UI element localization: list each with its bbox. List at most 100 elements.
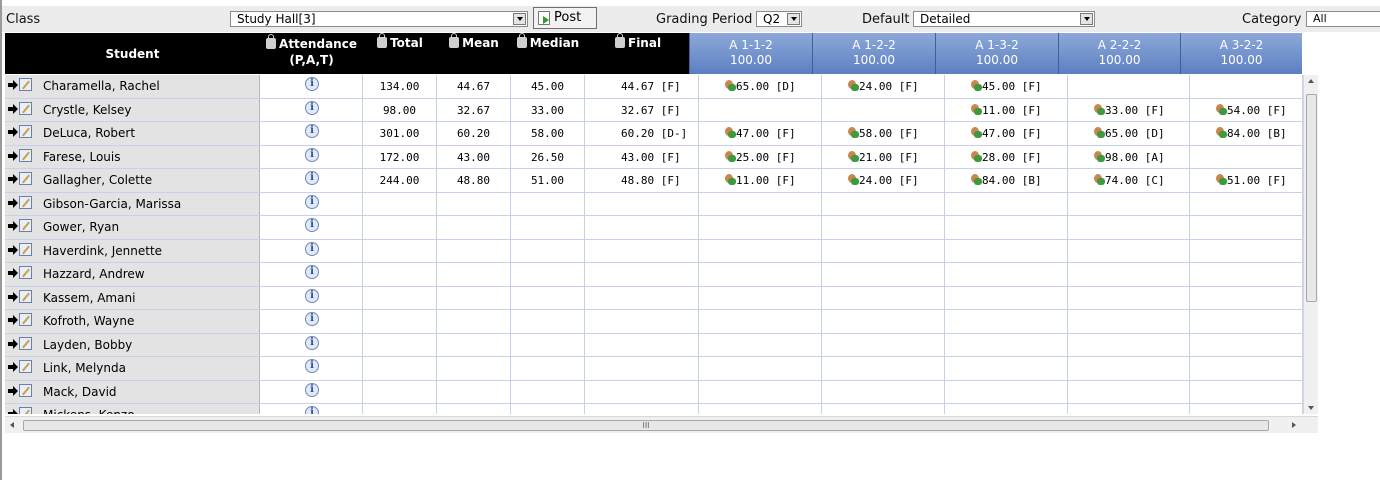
- category-select[interactable]: All: [1306, 11, 1380, 27]
- edit-note-icon[interactable]: [19, 266, 32, 279]
- edit-note-icon[interactable]: [19, 360, 32, 373]
- score-cell[interactable]: 28.00 [F]: [945, 145, 1068, 168]
- score-cell[interactable]: [945, 404, 1068, 414]
- arrow-right-icon[interactable]: [8, 103, 18, 114]
- score-cell[interactable]: [1190, 333, 1303, 356]
- score-cell[interactable]: [1068, 75, 1190, 98]
- info-icon[interactable]: i: [305, 406, 319, 414]
- edit-note-icon[interactable]: [19, 172, 32, 185]
- info-icon[interactable]: i: [305, 124, 319, 138]
- student-name[interactable]: Kassem, Amani: [43, 291, 135, 305]
- chevron-down-icon[interactable]: [787, 13, 800, 25]
- horizontal-scroll-thumb[interactable]: III: [23, 420, 1269, 431]
- arrow-right-icon[interactable]: [8, 244, 18, 255]
- score-cell[interactable]: 21.00 [F]: [822, 145, 945, 168]
- edit-note-icon[interactable]: [19, 383, 32, 397]
- score-cell[interactable]: [699, 357, 822, 380]
- scroll-down-icon[interactable]: [1308, 406, 1314, 410]
- score-cell[interactable]: 51.00 [F]: [1190, 169, 1303, 192]
- lock-icon[interactable]: [516, 33, 527, 48]
- student-name[interactable]: Gower, Ryan: [43, 220, 119, 234]
- score-cell[interactable]: 33.00 [F]: [1068, 98, 1190, 121]
- score-cell[interactable]: [822, 192, 945, 215]
- score-cell[interactable]: [945, 216, 1068, 239]
- info-icon[interactable]: i: [305, 288, 319, 303]
- score-cell[interactable]: [1190, 216, 1303, 239]
- edit-note-icon[interactable]: [19, 195, 32, 209]
- student-name[interactable]: Gibson-Garcia, Marissa: [43, 197, 181, 211]
- student-name[interactable]: Link, Melynda: [43, 361, 126, 375]
- score-cell[interactable]: [945, 263, 1068, 286]
- score-cell[interactable]: [822, 286, 945, 309]
- edit-note-icon[interactable]: [19, 313, 32, 326]
- score-cell[interactable]: [1068, 357, 1190, 380]
- score-cell[interactable]: 25.00 [F]: [699, 145, 822, 168]
- column-header-assignment[interactable]: A 2-2-2 100.00: [1058, 33, 1180, 74]
- edit-note-icon[interactable]: [19, 242, 32, 256]
- post-button[interactable]: Post: [533, 7, 597, 29]
- arrow-right-icon[interactable]: [8, 150, 18, 161]
- score-cell[interactable]: [945, 333, 1068, 356]
- column-header-student[interactable]: Student: [5, 33, 260, 74]
- score-cell[interactable]: [1190, 263, 1303, 286]
- score-cell[interactable]: [1190, 145, 1303, 168]
- score-cell[interactable]: 45.00 [F]: [945, 75, 1068, 98]
- score-cell[interactable]: 47.00 [F]: [945, 122, 1068, 145]
- score-cell[interactable]: 98.00 [A]: [1068, 145, 1190, 168]
- score-cell[interactable]: [945, 192, 1068, 215]
- score-cell[interactable]: [699, 286, 822, 309]
- score-cell[interactable]: [945, 310, 1068, 333]
- vertical-scroll-thumb[interactable]: [1306, 94, 1317, 302]
- arrow-right-icon[interactable]: [8, 221, 18, 231]
- info-icon[interactable]: i: [305, 194, 319, 209]
- grading-period-select[interactable]: Q2: [756, 11, 802, 27]
- score-cell[interactable]: 84.00 [B]: [1190, 122, 1303, 145]
- score-cell[interactable]: [1068, 192, 1190, 215]
- class-select[interactable]: Study Hall[3]: [230, 11, 528, 27]
- info-icon[interactable]: i: [305, 147, 319, 162]
- score-cell[interactable]: [699, 380, 822, 403]
- score-cell[interactable]: [699, 98, 822, 121]
- default-view-select[interactable]: Detailed: [913, 11, 1095, 27]
- score-cell[interactable]: [699, 404, 822, 414]
- score-cell[interactable]: [945, 357, 1068, 380]
- score-cell[interactable]: [699, 333, 822, 356]
- edit-note-icon[interactable]: [19, 219, 32, 232]
- score-cell[interactable]: 24.00 [F]: [822, 75, 945, 98]
- info-icon[interactable]: i: [305, 382, 319, 397]
- score-cell[interactable]: [945, 380, 1068, 403]
- student-name[interactable]: Hazzard, Andrew: [43, 267, 145, 281]
- score-cell[interactable]: 11.00 [F]: [945, 98, 1068, 121]
- score-cell[interactable]: [1190, 310, 1303, 333]
- column-header-total[interactable]: Total: [363, 33, 437, 74]
- score-cell[interactable]: 74.00 [C]: [1068, 169, 1190, 192]
- arrow-right-icon[interactable]: [8, 385, 18, 396]
- column-header-mean[interactable]: Mean: [437, 33, 511, 74]
- student-name[interactable]: DeLuca, Robert: [43, 126, 135, 140]
- info-icon[interactable]: i: [305, 218, 319, 232]
- score-cell[interactable]: [1068, 333, 1190, 356]
- score-cell[interactable]: [1190, 380, 1303, 403]
- score-cell[interactable]: [822, 380, 945, 403]
- student-name[interactable]: Mickens, Kenzo: [43, 408, 135, 414]
- score-cell[interactable]: [822, 404, 945, 414]
- info-icon[interactable]: i: [305, 171, 319, 185]
- column-header-assignment[interactable]: A 3-2-2 100.00: [1180, 33, 1302, 74]
- score-cell[interactable]: [822, 263, 945, 286]
- score-cell[interactable]: [945, 286, 1068, 309]
- info-icon[interactable]: i: [305, 77, 319, 91]
- score-cell[interactable]: [1068, 216, 1190, 239]
- arrow-right-icon[interactable]: [8, 197, 18, 208]
- student-name[interactable]: Farese, Louis: [43, 150, 120, 164]
- score-cell[interactable]: [822, 310, 945, 333]
- score-cell[interactable]: [1068, 263, 1190, 286]
- arrow-right-icon[interactable]: [8, 291, 18, 302]
- arrow-right-icon[interactable]: [8, 268, 18, 278]
- score-cell[interactable]: [1068, 286, 1190, 309]
- lock-icon[interactable]: [266, 34, 277, 49]
- edit-note-icon[interactable]: [19, 148, 32, 162]
- student-name[interactable]: Crystle, Kelsey: [43, 103, 131, 117]
- arrow-right-icon[interactable]: [8, 338, 18, 349]
- column-header-assignment[interactable]: A 1-2-2 100.00: [812, 33, 935, 74]
- score-cell[interactable]: 24.00 [F]: [822, 169, 945, 192]
